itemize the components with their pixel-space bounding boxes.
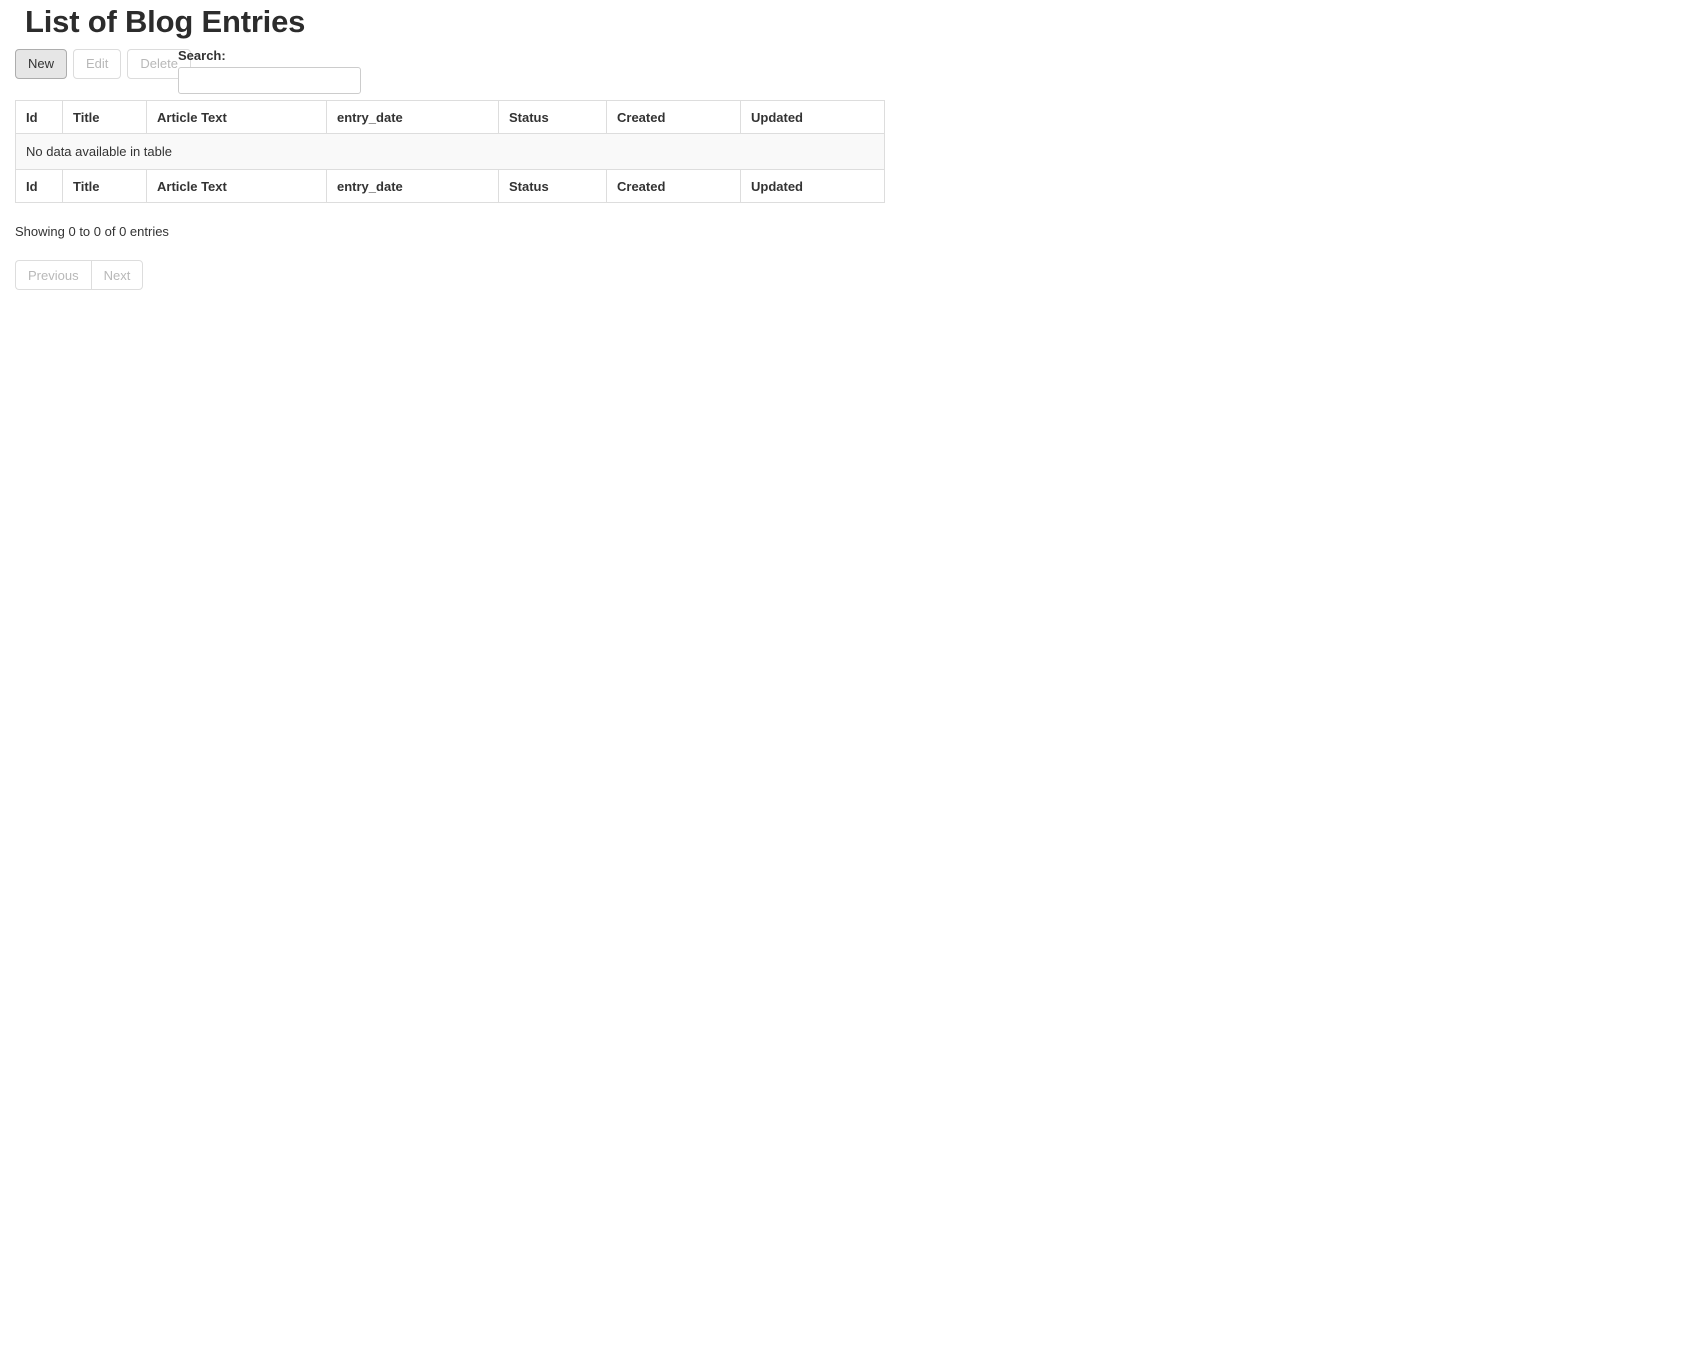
- empty-table-message: No data available in table: [15, 133, 885, 170]
- footer-column-title: Title: [62, 169, 147, 203]
- footer-column-status: Status: [498, 169, 607, 203]
- column-header-updated[interactable]: Updated: [740, 100, 885, 134]
- table-header: Id Title Article Text entry_date Status …: [15, 100, 885, 134]
- column-header-title[interactable]: Title: [62, 100, 147, 134]
- column-header-entry-date[interactable]: entry_date: [326, 100, 499, 134]
- search-container: Search:: [178, 48, 378, 94]
- search-input[interactable]: [178, 67, 361, 94]
- page-root: List of Blog Entries New Edit Delete Sea…: [0, 0, 1696, 1352]
- blog-entries-table: Id Title Article Text entry_date Status …: [15, 100, 885, 203]
- search-label: Search:: [178, 48, 226, 63]
- table-header-row: Id Title Article Text entry_date Status …: [15, 100, 885, 134]
- page-title: List of Blog Entries: [25, 4, 306, 39]
- column-header-status[interactable]: Status: [498, 100, 607, 134]
- footer-column-entry-date: entry_date: [326, 169, 499, 203]
- toolbar: New Edit Delete: [15, 49, 197, 79]
- footer-column-id: Id: [15, 169, 63, 203]
- pagination: Previous Next: [15, 260, 144, 290]
- empty-table-row: No data available in table: [15, 133, 885, 170]
- column-header-article-text[interactable]: Article Text: [146, 100, 327, 134]
- pagination-next-button[interactable]: Next: [90, 260, 144, 290]
- table-info-status: Showing 0 to 0 of 0 entries: [15, 224, 169, 239]
- footer-column-article-text: Article Text: [146, 169, 327, 203]
- column-header-created[interactable]: Created: [606, 100, 741, 134]
- table-body: No data available in table: [15, 133, 885, 170]
- footer-column-created: Created: [606, 169, 741, 203]
- column-header-id[interactable]: Id: [15, 100, 63, 134]
- table-footer-row: Id Title Article Text entry_date Status …: [15, 169, 885, 203]
- footer-column-updated: Updated: [740, 169, 885, 203]
- edit-button[interactable]: Edit: [73, 49, 122, 79]
- table-footer: Id Title Article Text entry_date Status …: [15, 169, 885, 203]
- pagination-previous-button[interactable]: Previous: [15, 260, 91, 290]
- new-button[interactable]: New: [15, 49, 68, 79]
